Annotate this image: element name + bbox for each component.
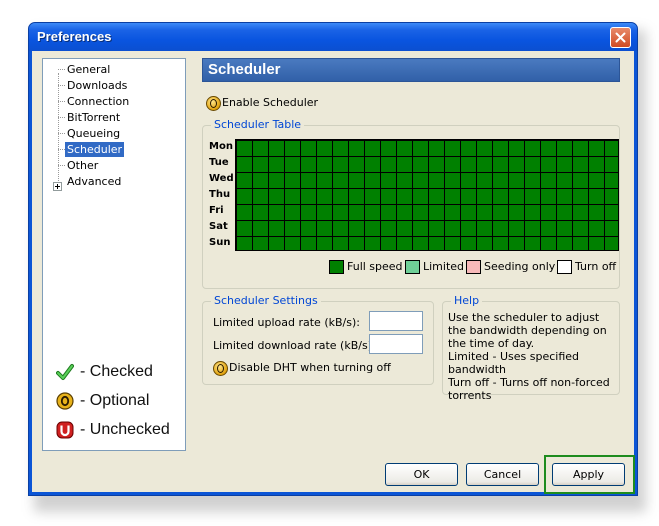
download-rate-input[interactable] (369, 334, 423, 354)
help-line: Limited - Uses specified bandwidth (448, 350, 580, 376)
ok-button[interactable]: OK (385, 463, 458, 486)
scheduler-settings-title: Scheduler Settings (211, 294, 321, 307)
day-label-tue: Tue (209, 157, 229, 168)
day-label-thu: Thu (209, 189, 231, 200)
optional-o-icon (213, 360, 228, 376)
scheduler-settings-group: Scheduler Settings Limited upload rate (… (202, 294, 434, 385)
key-seeding-only-label: Seeding only (484, 260, 556, 273)
preferences-window: Preferences General Downloads Connection… (28, 22, 638, 496)
cancel-button[interactable]: Cancel (466, 463, 539, 486)
limited-swatch (405, 260, 420, 274)
legend-optional: - Optional (56, 390, 149, 412)
day-label-fri: Fri (209, 205, 224, 216)
scheduler-grid[interactable] (235, 139, 619, 251)
legend-unchecked-label: - Unchecked (80, 421, 170, 438)
tree-branch (58, 149, 65, 150)
tree-item-connection[interactable]: Connection (65, 94, 131, 109)
tree-branch (58, 69, 65, 70)
help-text: Use the scheduler to adjust the bandwidt… (448, 311, 618, 402)
category-tree: General Downloads Connection BitTorrent … (42, 58, 186, 451)
key-limited: Limited (405, 259, 464, 275)
key-turn-off: Turn off (557, 259, 616, 275)
enable-scheduler-label: Enable Scheduler (222, 96, 319, 109)
help-line: Use the scheduler to adjust the bandwidt… (448, 311, 607, 350)
panel-title: Scheduler (208, 61, 281, 78)
tree-item-other[interactable]: Other (65, 158, 100, 173)
window-title: Preferences (37, 29, 112, 44)
tree-guide-line (58, 73, 59, 185)
panel-header: Scheduler (202, 58, 620, 82)
upload-rate-label: Limited upload rate (kB/s): (213, 316, 360, 329)
legend-unchecked: - Unchecked (56, 419, 170, 441)
tree-branch (58, 165, 65, 166)
scheduler-table-title: Scheduler Table (211, 118, 305, 131)
key-full-speed: Full speed (329, 259, 403, 275)
key-full-speed-label: Full speed (347, 260, 403, 273)
tree-branch (58, 101, 65, 102)
expand-plus-icon[interactable] (53, 182, 62, 191)
help-group: Help Use the scheduler to adjust the ban… (442, 294, 620, 402)
day-label-sat: Sat (209, 221, 228, 232)
close-icon (615, 32, 626, 43)
day-label-wed: Wed (209, 173, 234, 184)
optional-o-icon (206, 95, 221, 111)
tree-branch (58, 133, 65, 134)
scheduler-table-group: Scheduler Table Mon Tue Wed Thu Fri Sat … (202, 118, 620, 289)
tree-item-general[interactable]: General (65, 62, 112, 77)
tree-branch (58, 85, 65, 86)
tree-item-queueing[interactable]: Queueing (65, 126, 122, 141)
seeding-only-swatch (466, 260, 481, 274)
legend-optional-label: - Optional (80, 392, 150, 409)
disable-dht-checkbox[interactable]: Disable DHT when turning off (213, 360, 391, 376)
tree-item-scheduler[interactable]: Scheduler (65, 142, 125, 157)
enable-scheduler-checkbox[interactable]: Enable Scheduler (206, 95, 318, 111)
key-seeding-only: Seeding only (466, 259, 555, 275)
tree-item-advanced[interactable]: Advanced (65, 174, 123, 189)
day-label-mon: Mon (209, 141, 233, 152)
full-speed-swatch (329, 260, 344, 274)
day-label-sun: Sun (209, 237, 231, 248)
title-bar[interactable]: Preferences (29, 23, 637, 51)
tree-branch (58, 117, 65, 118)
key-turn-off-label: Turn off (575, 260, 617, 273)
close-button[interactable] (610, 27, 631, 48)
disable-dht-label: Disable DHT when turning off (229, 361, 391, 374)
turn-off-swatch (557, 260, 572, 274)
tree-item-downloads[interactable]: Downloads (65, 78, 129, 93)
optional-o-icon (56, 392, 74, 410)
tree-item-bittorrent[interactable]: BitTorrent (65, 110, 122, 125)
unchecked-u-icon (56, 421, 74, 439)
help-line: Turn off - Turns off non-forced torrents (448, 376, 610, 402)
help-title: Help (451, 294, 483, 307)
key-limited-label: Limited (423, 260, 465, 273)
legend-checked-label: - Checked (80, 363, 153, 380)
legend-checked: - Checked (56, 361, 153, 383)
dialog-client: General Downloads Connection BitTorrent … (32, 51, 635, 494)
upload-rate-input[interactable] (369, 311, 423, 331)
apply-button[interactable]: Apply (552, 463, 625, 486)
checkmark-icon (56, 363, 74, 380)
download-rate-label: Limited download rate (kB/s): (213, 339, 376, 352)
